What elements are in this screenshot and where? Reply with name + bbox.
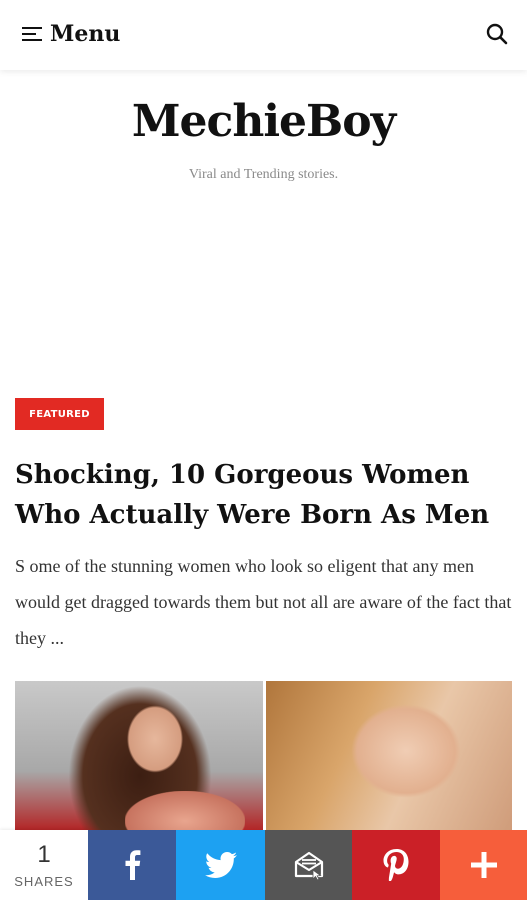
share-count-label: SHARES [14,873,74,889]
facebook-icon [125,850,141,880]
featured-badge[interactable]: FEATURED [15,398,104,430]
plus-icon [470,852,497,878]
twitter-icon [204,852,237,878]
post-image-left[interactable] [15,681,263,831]
post-excerpt: S ome of the stunning women who look so … [15,556,512,648]
post-image-collage[interactable] [15,681,512,831]
menu-button[interactable]: Menu [22,18,120,50]
site-branding: MechieBoy Viral and Trending stories. [0,96,527,183]
share-count-number: 1 [37,840,51,868]
pinterest-share-button[interactable] [352,830,440,900]
share-bar: 1 SHARES [0,830,527,900]
top-bar: Menu [0,0,527,70]
pinterest-icon [383,849,409,881]
twitter-share-button[interactable] [176,830,265,900]
menu-label: Menu [50,21,121,47]
hamburger-icon [22,27,42,41]
post-title[interactable]: Shocking, 10 Gorgeous Women Who Actually… [15,455,515,535]
post-image-right[interactable] [266,681,512,831]
email-icon [294,851,323,880]
share-count: 1 SHARES [0,830,88,900]
more-share-button[interactable] [440,830,527,900]
facebook-share-button[interactable] [88,830,176,900]
site-title[interactable]: MechieBoy [0,96,527,147]
site-tagline: Viral and Trending stories. [188,167,339,182]
search-button[interactable] [485,22,509,46]
search-icon [486,23,508,45]
email-share-button[interactable] [265,830,352,900]
